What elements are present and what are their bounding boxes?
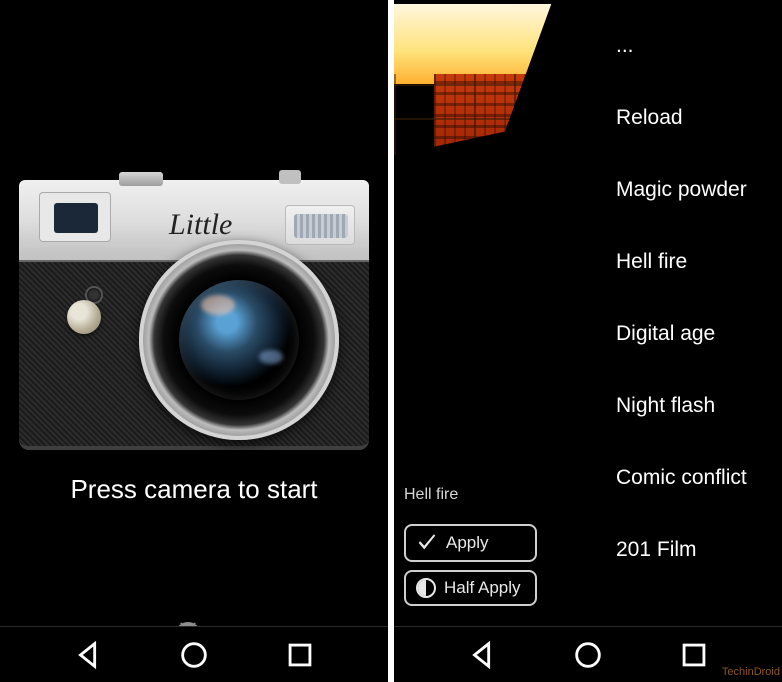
- press-camera-label: Press camera to start: [70, 474, 317, 505]
- apply-button-stack: Apply Half Apply: [404, 524, 537, 606]
- half-apply-button[interactable]: Half Apply: [404, 570, 537, 606]
- apply-label: Apply: [446, 533, 489, 553]
- filter-item-reload[interactable]: Reload: [612, 82, 782, 154]
- filter-item-201-film[interactable]: 201 Film: [612, 514, 782, 586]
- nav-recent-button[interactable]: [283, 638, 317, 672]
- filter-item-comic-conflict[interactable]: Comic conflict: [612, 442, 782, 514]
- camera-start-area: Little Press camera to start: [0, 0, 388, 604]
- half-circle-icon: [416, 578, 436, 598]
- nav-recent-button[interactable]: [677, 638, 711, 672]
- camera-brand-label: Little: [169, 208, 232, 242]
- nav-back-button[interactable]: [466, 638, 500, 672]
- filter-list[interactable]: ... Reload Magic powder Hell fire Digita…: [612, 10, 782, 626]
- filter-item-magic-powder[interactable]: Magic powder: [612, 154, 782, 226]
- check-icon: [416, 532, 438, 554]
- nav-home-button[interactable]: [177, 638, 211, 672]
- screen-filter-select: ... Reload Magic powder Hell fire Digita…: [394, 0, 782, 682]
- filter-item-more[interactable]: ...: [612, 10, 782, 82]
- camera-graphic[interactable]: Little: [19, 180, 369, 450]
- screen-camera-start: Little Press camera to start Help: [0, 0, 388, 682]
- nav-back-button[interactable]: [72, 638, 106, 672]
- nav-home-button[interactable]: [571, 638, 605, 672]
- filter-item-hell-fire[interactable]: Hell fire: [612, 226, 782, 298]
- filter-item-night-flash[interactable]: Night flash: [612, 370, 782, 442]
- apply-button[interactable]: Apply: [404, 524, 537, 562]
- android-navbar-left: [0, 626, 388, 682]
- current-filter-label: Hell fire: [404, 486, 458, 504]
- watermark-label: TechinDroid: [722, 666, 780, 678]
- filter-item-digital-age[interactable]: Digital age: [612, 298, 782, 370]
- photo-preview[interactable]: [394, 4, 604, 214]
- android-navbar-right: TechinDroid: [394, 626, 782, 682]
- half-apply-label: Half Apply: [444, 578, 521, 598]
